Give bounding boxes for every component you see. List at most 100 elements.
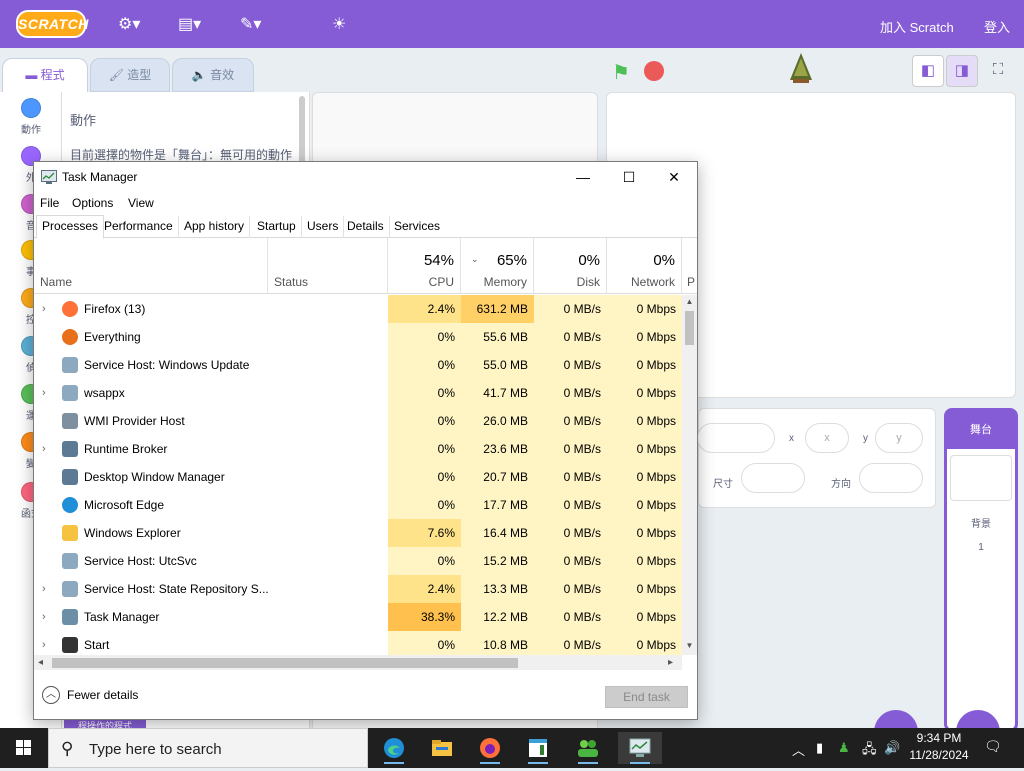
y-field[interactable]: y <box>875 423 923 453</box>
firefox-icon <box>62 301 78 317</box>
sign-in-link[interactable]: 登入 <box>984 17 1010 36</box>
scroll-down-icon[interactable]: ▼ <box>682 641 697 650</box>
file-menu-icon[interactable]: ▤▾ <box>178 14 201 34</box>
expand-chevron-icon[interactable]: › <box>42 295 46 323</box>
scratch-logo[interactable]: SCRATCH <box>16 10 88 38</box>
scroll-left-icon[interactable]: ◂ <box>38 655 43 670</box>
table-row[interactable]: Service Host: UtcSvc 0% 15.2 MB 0 MB/s 0 Mbp… <box>34 547 682 575</box>
expand-chevron-icon[interactable]: › <box>42 631 46 655</box>
col-network[interactable]: 0% Network <box>607 238 682 294</box>
maximize-icon: ☐ <box>622 169 636 185</box>
close-button[interactable]: ✕ <box>651 162 697 192</box>
horizontal-scrollbar[interactable]: ◂ ▸ <box>34 655 682 670</box>
taskbar-task-manager[interactable] <box>618 732 662 764</box>
col-power[interactable]: P <box>682 238 697 294</box>
expand-chevron-icon[interactable]: › <box>42 575 46 603</box>
process-list: › Firefox (13) 2.4% 631.2 MB 0 MB/s 0 Mbps Eve… <box>34 295 682 655</box>
taskbar-file-explorer[interactable] <box>420 732 464 764</box>
process-network: 0 Mbps <box>607 323 682 351</box>
expand-chevron-icon[interactable]: › <box>42 603 46 631</box>
tab-code[interactable]: ▬ 程式 <box>2 58 88 92</box>
vertical-scrollbar[interactable]: ▲ ▼ <box>682 295 697 655</box>
fewer-details-link[interactable]: Fewer details <box>67 688 138 702</box>
scroll-right-icon[interactable]: ▸ <box>668 655 673 670</box>
menu-file[interactable]: File <box>40 196 59 210</box>
col-memory[interactable]: ⌄ 65% Memory <box>461 238 534 294</box>
start-button[interactable] <box>0 728 48 768</box>
col-status[interactable]: Status <box>268 238 388 294</box>
table-row[interactable]: Windows Explorer 7.6% 16.4 MB 0 MB/s 0 Mbps <box>34 519 682 547</box>
fullscreen-button[interactable]: ⛶ <box>982 55 1014 87</box>
table-row[interactable]: WMI Provider Host 0% 26.0 MB 0 MB/s 0 Mbps <box>34 407 682 435</box>
tab-services[interactable]: Services <box>389 216 445 238</box>
wmi-icon <box>62 413 78 429</box>
stop-sign-icon[interactable] <box>644 61 664 81</box>
table-row[interactable]: Everything 0% 55.6 MB 0 MB/s 0 Mbps <box>34 323 682 351</box>
stage-thumbnail[interactable] <box>950 455 1012 501</box>
vertical-scroll-thumb[interactable] <box>685 311 694 345</box>
tab-details[interactable]: Details <box>342 216 390 238</box>
minimize-button[interactable]: — <box>560 162 606 192</box>
normal-stage-button[interactable]: ◨ <box>946 55 978 87</box>
horizontal-scroll-thumb[interactable] <box>52 658 518 668</box>
process-name: wsappx <box>84 386 125 400</box>
service-icon <box>62 553 78 569</box>
small-stage-button[interactable]: ◧ <box>912 55 944 87</box>
process-cpu: 2.4% <box>388 575 461 603</box>
table-row[interactable]: › Start 0% 10.8 MB 0 MB/s 0 Mbps <box>34 631 682 655</box>
col-cpu[interactable]: 54% CPU <box>388 238 461 294</box>
tab-costumes[interactable]: 🖌 造型 <box>90 58 170 92</box>
scroll-up-icon[interactable]: ▲ <box>682 297 697 306</box>
join-scratch-link[interactable]: 加入 Scratch <box>880 17 954 36</box>
process-network: 0 Mbps <box>607 547 682 575</box>
chevron-up-icon[interactable]: ︿ <box>42 686 60 704</box>
x-field[interactable]: x <box>805 423 849 453</box>
col-name[interactable]: Name <box>34 238 268 294</box>
table-row[interactable]: › Service Host: State Repository S... 2.4%… <box>34 575 682 603</box>
taskbar-edge[interactable] <box>372 732 416 764</box>
table-row[interactable]: › Runtime Broker 0% 23.6 MB 0 MB/s 0 Mbps <box>34 435 682 463</box>
green-flag-icon[interactable]: ⚑ <box>612 60 630 85</box>
tab-app-history[interactable]: App history <box>179 216 251 238</box>
table-row[interactable]: Desktop Window Manager 0% 20.7 MB 0 MB/s 0 M… <box>34 463 682 491</box>
end-task-button[interactable]: End task <box>605 686 688 708</box>
col-disk[interactable]: 0% Disk <box>534 238 607 294</box>
people-tray-icon[interactable]: ♟ <box>838 740 850 756</box>
tab-performance[interactable]: Performance <box>99 216 179 238</box>
taskbar-clock[interactable]: 9:34 PM 11/28/2024 <box>898 730 980 764</box>
taskbar-people[interactable] <box>566 732 610 764</box>
running-indicator <box>480 762 500 764</box>
table-row[interactable]: › Task Manager 38.3% 12.2 MB 0 MB/s 0 Mbps <box>34 603 682 631</box>
direction-field[interactable] <box>859 463 923 493</box>
task-manager-titlebar[interactable]: Task Manager — ☐ ✕ <box>34 162 697 192</box>
expand-chevron-icon[interactable]: › <box>42 435 46 463</box>
category-item[interactable]: 動作 <box>0 98 62 136</box>
edit-menu-icon[interactable]: ✎▾ <box>240 14 261 34</box>
table-row[interactable]: › Firefox (13) 2.4% 631.2 MB 0 MB/s 0 Mbps <box>34 295 682 323</box>
maximize-button[interactable]: ☐ <box>606 162 652 192</box>
taskbar-search-box[interactable]: ⚲ Type here to search <box>48 728 368 768</box>
menu-options[interactable]: Options <box>72 196 113 210</box>
expand-chevron-icon[interactable]: › <box>42 379 46 407</box>
size-field[interactable] <box>741 463 805 493</box>
tab-users[interactable]: Users <box>302 216 345 238</box>
table-row[interactable]: Microsoft Edge 0% 17.7 MB 0 MB/s 0 Mbps <box>34 491 682 519</box>
tutorials-lightbulb-icon[interactable]: ☀ <box>332 14 346 34</box>
table-row[interactable]: › wsappx 0% 41.7 MB 0 MB/s 0 Mbps <box>34 379 682 407</box>
battery-icon[interactable]: ▮ <box>816 740 823 756</box>
settings-gear-icon[interactable]: ⚙▾ <box>118 14 140 34</box>
tab-startup[interactable]: Startup <box>252 216 302 238</box>
taskbar-notepad[interactable] <box>516 732 560 764</box>
show-hidden-icons-chevron-icon[interactable]: ︿ <box>792 740 805 759</box>
process-status <box>268 575 388 603</box>
taskbar-firefox[interactable] <box>468 732 512 764</box>
network-icon[interactable]: 🖧 <box>862 740 877 762</box>
tab-processes[interactable]: Processes <box>36 215 105 239</box>
running-indicator <box>384 762 404 764</box>
tab-sounds[interactable]: 🔈 音效 <box>172 58 254 92</box>
menu-view[interactable]: View <box>128 196 154 210</box>
notification-center-icon[interactable]: 🗨 <box>984 738 1004 758</box>
sprite-name-field[interactable] <box>697 423 775 453</box>
stage-selector[interactable]: 舞台 背景 1 <box>944 408 1018 732</box>
table-row[interactable]: Service Host: Windows Update 0% 55.0 MB 0 M… <box>34 351 682 379</box>
